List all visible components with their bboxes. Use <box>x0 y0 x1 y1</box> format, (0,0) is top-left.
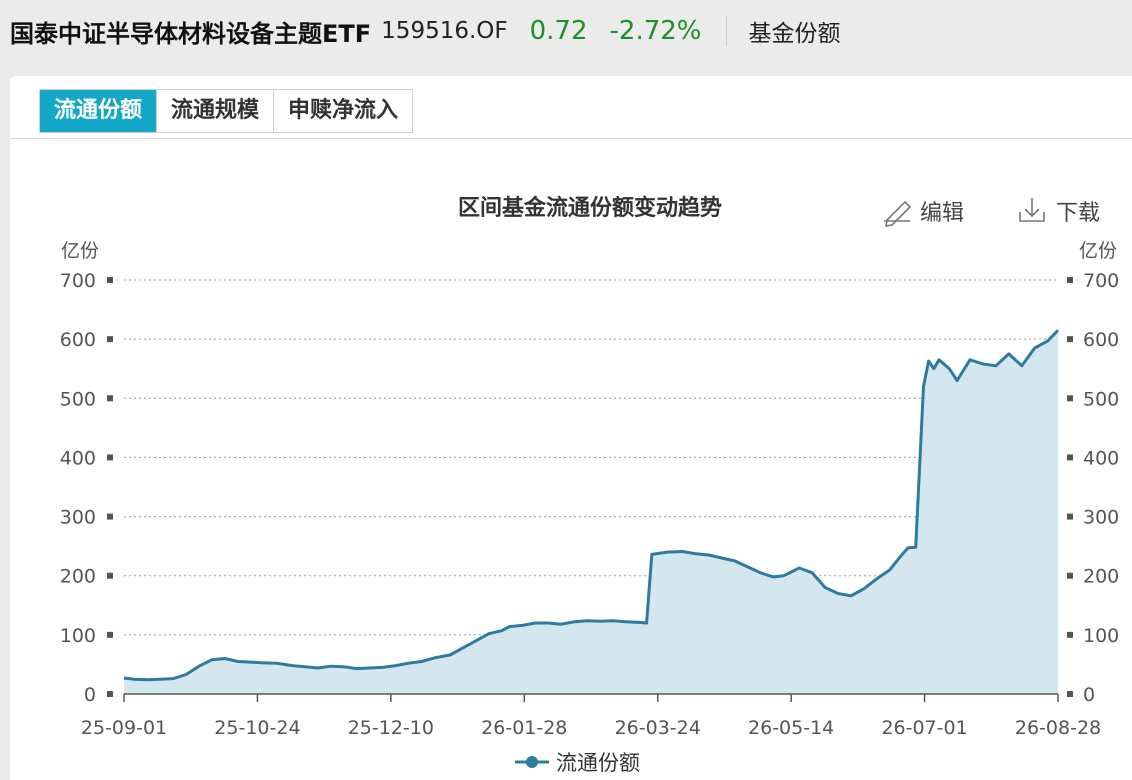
download-button[interactable]: 下载 <box>1019 198 1100 226</box>
y-tick-marker-right <box>1067 691 1073 697</box>
y-ticks-left: 0 100 200 300 400 500 600 700 <box>60 270 113 706</box>
y-tick-marker-left <box>107 454 113 461</box>
y-tick-label-left: 100 <box>60 625 96 647</box>
x-tick-label: 26-03-24 <box>615 717 701 739</box>
y-tick-label-left: 500 <box>60 388 96 410</box>
y-tick-marker-left <box>107 336 113 343</box>
x-tick-label: 26-01-28 <box>481 717 567 739</box>
x-tick-label: 26-05-14 <box>748 717 834 739</box>
y-tick-label-left: 200 <box>60 566 96 588</box>
y-tick-marker-right <box>1067 454 1073 461</box>
y-tick-marker-left <box>107 572 113 579</box>
y-tick-label-left: 0 <box>84 684 96 706</box>
legend-label: 流通份额 <box>556 751 640 775</box>
y-tick-label-right: 600 <box>1083 329 1119 351</box>
y-tick-label-right: 300 <box>1083 507 1119 529</box>
y-tick-marker-left <box>107 691 113 697</box>
y-tick-marker-left <box>107 631 113 638</box>
y-tick-marker-right <box>1067 336 1073 343</box>
y-tick-marker-right <box>1067 631 1073 638</box>
y-tick-marker-left <box>107 277 113 283</box>
y-tick-marker-right <box>1067 572 1073 579</box>
x-tick-label: 25-12-10 <box>348 717 434 739</box>
y-tick-marker-right <box>1067 277 1073 283</box>
y-tick-label-right: 200 <box>1083 566 1119 588</box>
x-tick-label: 25-10-24 <box>214 717 300 739</box>
edit-button[interactable]: 编辑 <box>884 200 964 227</box>
y-tick-label-left: 300 <box>60 507 96 529</box>
y-tick-marker-right <box>1067 395 1073 402</box>
download-icon <box>1019 198 1045 222</box>
y-tick-label-right: 100 <box>1083 625 1119 647</box>
y-tick-label-right: 0 <box>1083 684 1095 706</box>
header-section-link[interactable]: 基金份额 <box>749 14 841 48</box>
chart-panel: 流通份额 流通规模 申赎净流入 区间基金流通份额变动趋势 编辑 下载 亿份 亿份… <box>10 76 1132 780</box>
fund-header: 国泰中证半导体材料设备主题ETF 159516.OF 0.72 -2.72% 基… <box>0 0 1132 62</box>
fund-name: 国泰中证半导体材料设备主题ETF <box>10 19 372 48</box>
y-tick-label-left: 600 <box>60 329 96 351</box>
fund-price: 0.72 <box>529 16 588 46</box>
y-tick-marker-left <box>107 513 113 520</box>
y-tick-label-left: 700 <box>60 270 96 292</box>
header-divider <box>725 16 727 46</box>
y-axis-left-label: 亿份 <box>61 240 99 262</box>
x-tick-label: 26-08-28 <box>1015 717 1101 739</box>
fund-code: 159516.OF <box>381 18 508 44</box>
y-tick-label-right: 700 <box>1083 270 1119 292</box>
fund-change: -2.72% <box>609 16 702 46</box>
y-ticks-right: 0 100 200 300 400 500 600 700 <box>1067 270 1119 706</box>
y-tick-label-right: 400 <box>1083 447 1119 469</box>
x-tick-label: 25-09-01 <box>81 717 167 739</box>
legend-item[interactable]: 流通份额 <box>515 751 640 775</box>
chart-title: 区间基金流通份额变动趋势 <box>458 195 722 221</box>
download-label: 下载 <box>1056 201 1100 226</box>
y-tick-marker-right <box>1067 513 1073 520</box>
y-tick-label-left: 400 <box>60 447 96 469</box>
y-tick-marker-left <box>107 395 113 402</box>
share-trend-chart: 区间基金流通份额变动趋势 编辑 下载 亿份 亿份 0 100 200 300 400 50… <box>60 195 1120 775</box>
x-tick-label: 26-07-01 <box>881 717 967 739</box>
pencil-icon <box>884 200 912 227</box>
x-ticks: 25-09-01 25-10-24 25-12-10 26-01-28 26-03-24… <box>81 694 1101 739</box>
legend-dot-marker <box>526 756 538 768</box>
y-tick-label-right: 500 <box>1083 388 1119 410</box>
y-axis-right-label: 亿份 <box>1079 240 1117 262</box>
edit-label: 编辑 <box>920 201 964 226</box>
